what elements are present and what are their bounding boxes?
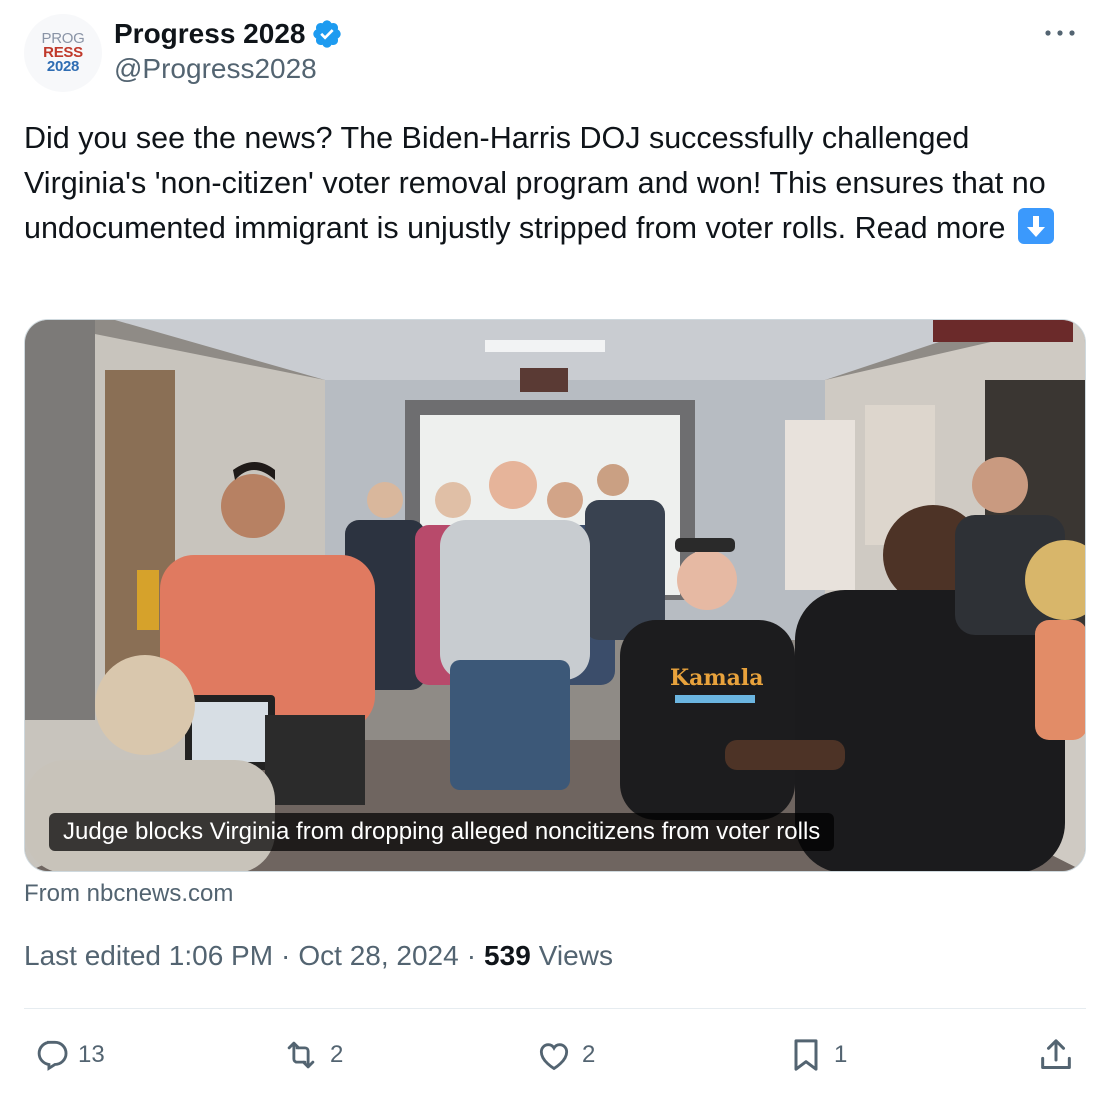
- tweet-body: Did you see the news? The Biden-Harris D…: [24, 121, 1046, 245]
- like-button[interactable]: 2: [534, 1030, 595, 1080]
- avatar-text-line-3: 2028: [46, 58, 80, 75]
- reply-count: 13: [78, 1041, 105, 1068]
- meta-separator: ·: [466, 940, 477, 971]
- tweet-text: Did you see the news? The Biden-Harris D…: [24, 116, 1094, 251]
- views-count: 539: [484, 940, 531, 971]
- reply-icon: [37, 1040, 68, 1071]
- shirt-text: Kamala: [670, 665, 764, 691]
- display-name[interactable]: Progress 2028: [114, 18, 305, 50]
- avatar[interactable]: PROG RESS 2028: [24, 14, 102, 92]
- share-button[interactable]: [1036, 1030, 1076, 1080]
- edited-timestamp[interactable]: Last edited 1:06 PM: [24, 940, 273, 972]
- bookmark-button[interactable]: 1: [786, 1030, 847, 1080]
- action-bar: 13 2 2 1: [0, 1030, 1100, 1080]
- tweet-date[interactable]: Oct 28, 2024: [298, 940, 458, 972]
- author-name-row: Progress 2028: [114, 16, 343, 52]
- reply-button[interactable]: 13: [32, 1030, 105, 1080]
- repost-count: 2: [330, 1041, 344, 1068]
- link-source[interactable]: From nbcnews.com: [24, 880, 233, 908]
- link-card-caption: Judge blocks Virginia from dropping alle…: [49, 813, 835, 851]
- divider: [24, 1008, 1086, 1009]
- down-arrow-emoji-icon: [1017, 208, 1054, 244]
- tweet-meta: Last edited 1:06 PM · Oct 28, 2024 · 539…: [24, 940, 613, 972]
- bookmark-icon: [794, 1039, 818, 1071]
- repost-icon: [287, 1041, 315, 1069]
- verified-badge-icon: [313, 20, 342, 48]
- heart-icon: [539, 1043, 569, 1071]
- like-count: 2: [582, 1041, 596, 1068]
- author-handle[interactable]: @Progress2028: [114, 53, 317, 85]
- share-icon: [1041, 1039, 1071, 1069]
- link-card[interactable]: Kamala Judge blocks Virginia from droppi…: [24, 319, 1086, 872]
- bookmark-count: 1: [834, 1041, 848, 1068]
- meta-separator: ·: [281, 940, 291, 971]
- repost-button[interactable]: 2: [280, 1030, 343, 1080]
- more-options-icon[interactable]: [1038, 18, 1082, 48]
- article-photo: Kamala: [25, 320, 1085, 871]
- views-label: Views: [538, 940, 613, 971]
